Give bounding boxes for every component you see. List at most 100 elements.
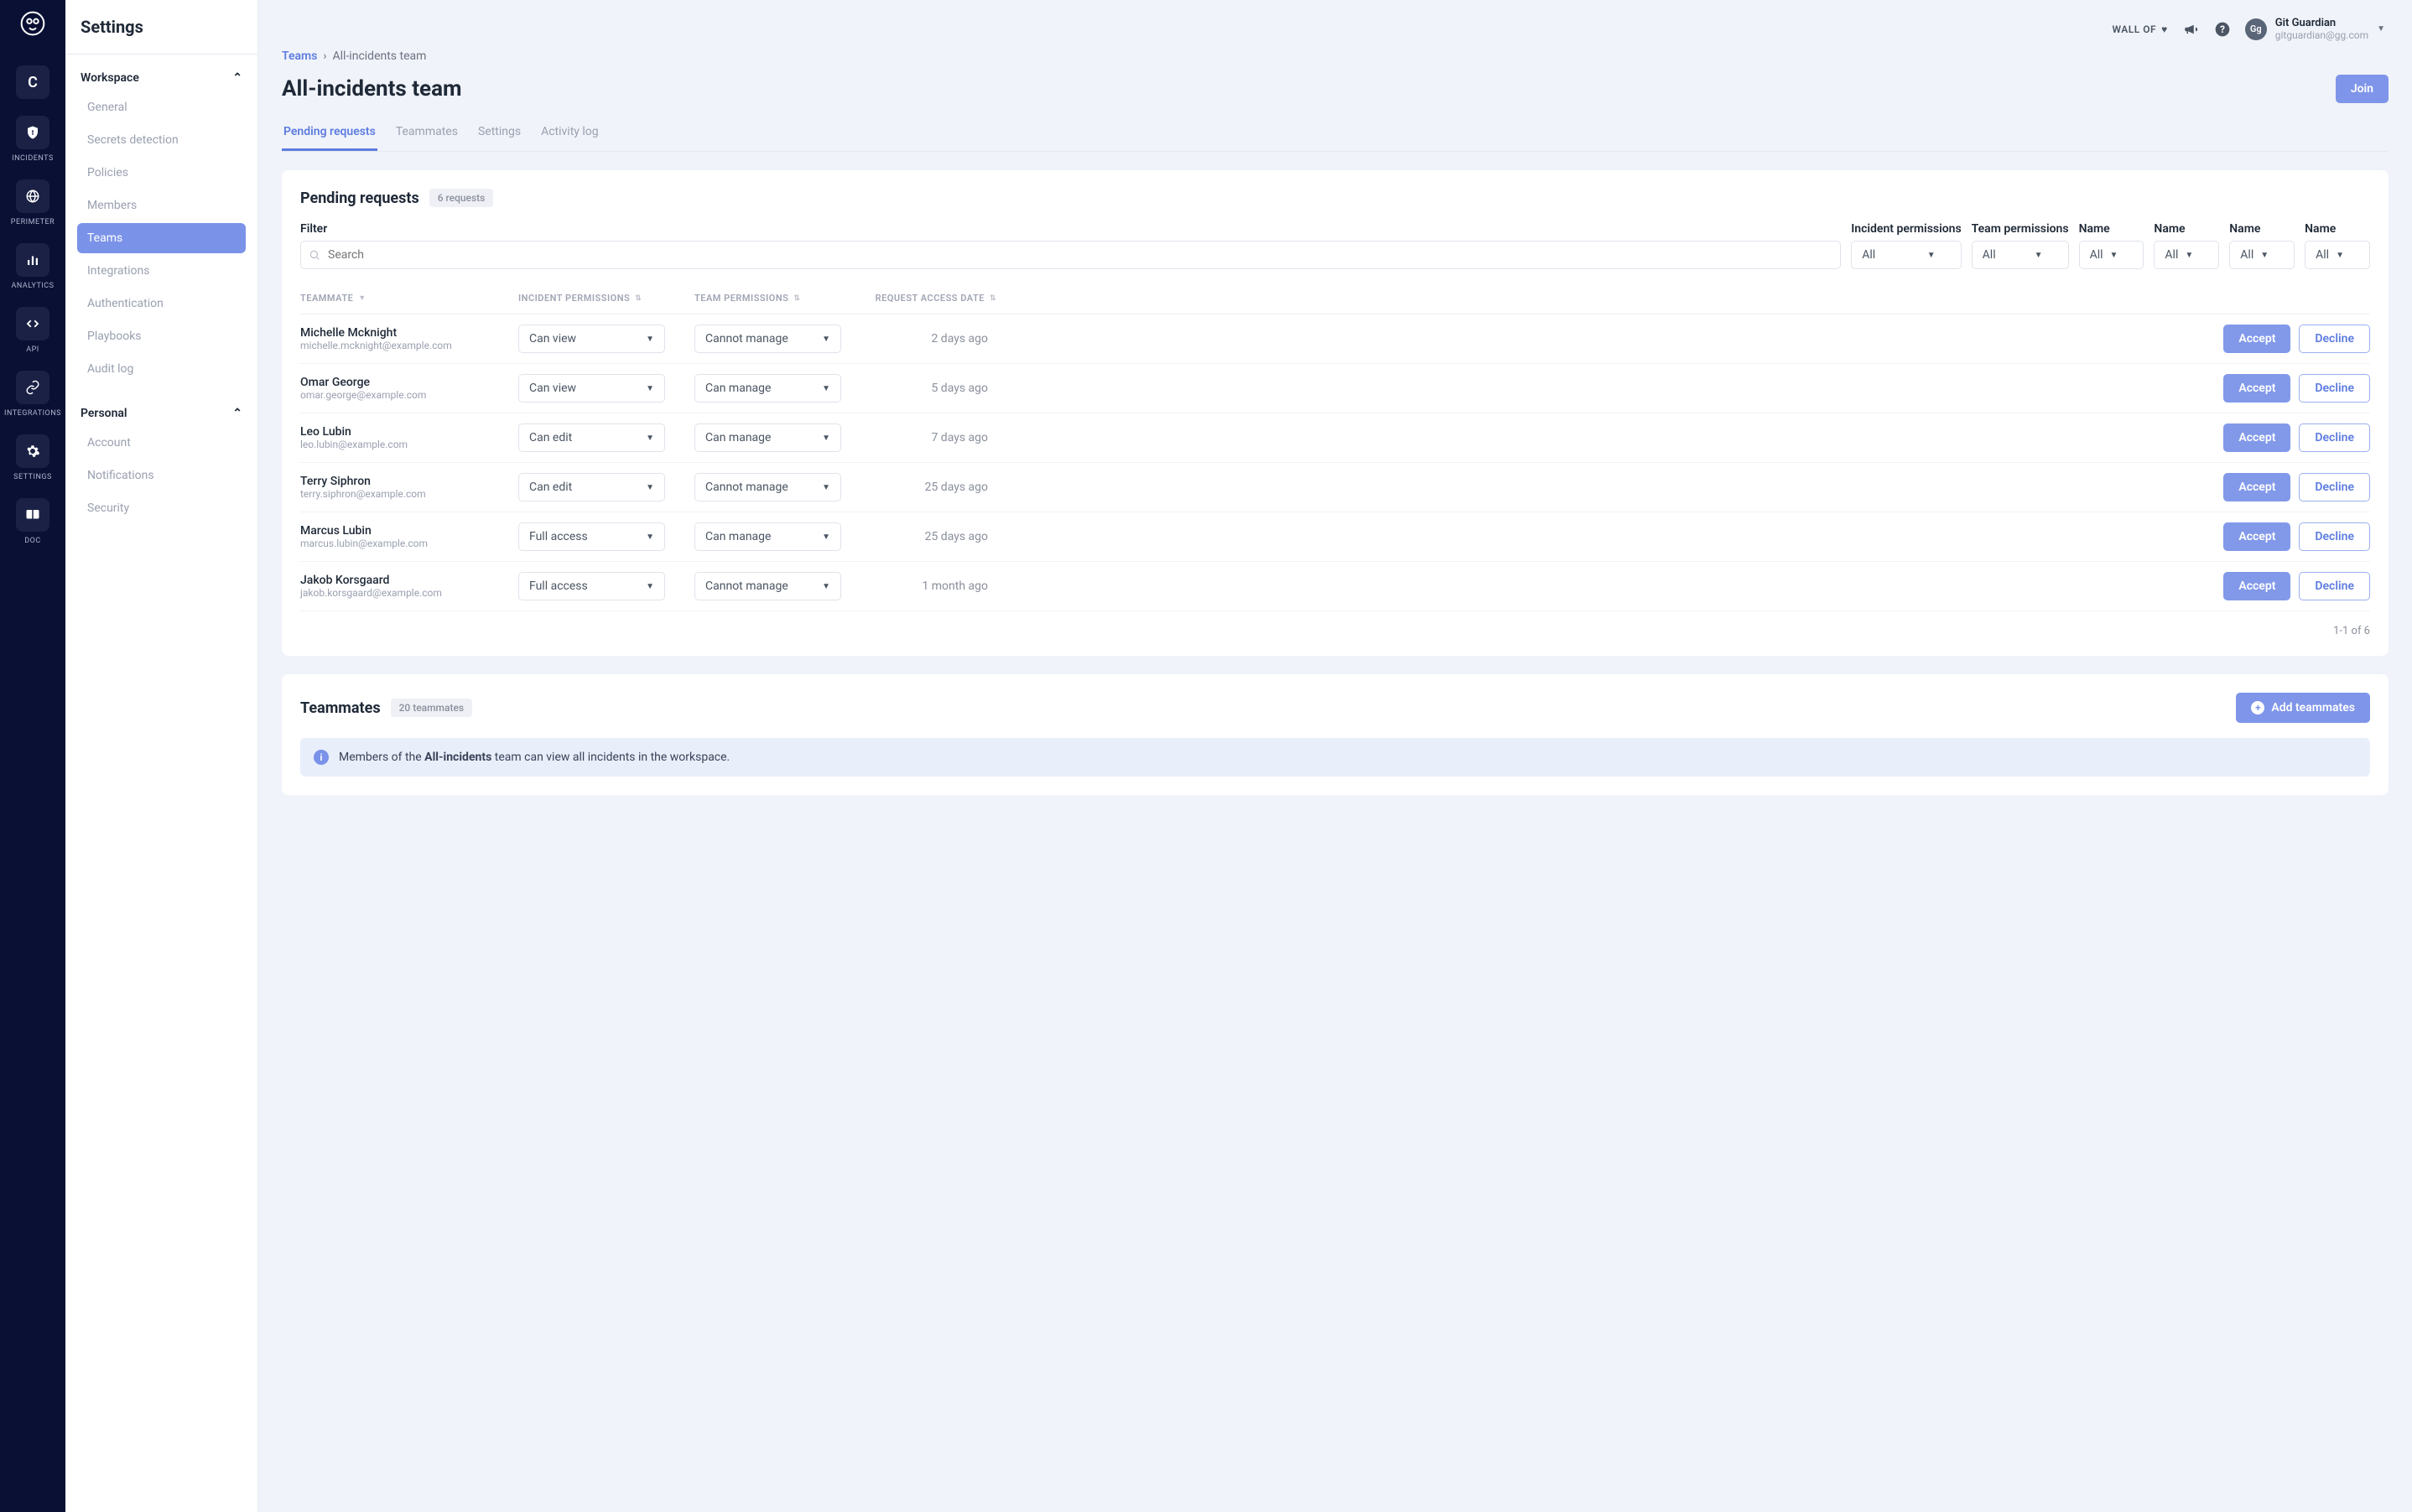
decline-button[interactable]: Decline [2299,572,2370,600]
chevron-down-icon: ▼ [646,582,654,591]
chevron-down-icon: ▼ [2185,251,2193,260]
sidebar-item-notifications[interactable]: Notifications [77,460,246,491]
accept-button[interactable]: Accept [2223,522,2290,551]
shield-icon [25,125,40,140]
sidebar-item-teams[interactable]: Teams [77,223,246,253]
incident-permission-select[interactable]: Full access▼ [518,522,665,551]
team-permission-select[interactable]: Cannot manage▼ [694,572,841,600]
sidebar-item-account[interactable]: Account [77,428,246,458]
incident-permission-select[interactable]: Can edit▼ [518,473,665,501]
book-icon [25,507,40,522]
decline-button[interactable]: Decline [2299,374,2370,403]
incident-permission-select[interactable]: Can view▼ [518,374,665,403]
sort-icon: ▼ [358,294,366,303]
decline-button[interactable]: Decline [2299,325,2370,353]
teammate-name: Marcus Lubin [300,524,518,538]
filter-name4-select[interactable]: All▼ [2305,241,2370,269]
accept-button[interactable]: Accept [2223,473,2290,501]
gear-icon [25,444,40,459]
tab-teammates[interactable]: Teammates [394,118,460,151]
sidebar-item-secrets-detection[interactable]: Secrets detection [77,125,246,155]
request-date: 1 month ago [871,579,996,593]
team-permission-select[interactable]: Cannot manage▼ [694,473,841,501]
sidebar-item-playbooks[interactable]: Playbooks [77,321,246,351]
sidebar-item-integrations[interactable]: Integrations [77,256,246,286]
breadcrumb-teams[interactable]: Teams [282,49,317,63]
sidebar-item-authentication[interactable]: Authentication [77,288,246,319]
request-date: 5 days ago [871,382,996,395]
decline-button[interactable]: Decline [2299,473,2370,501]
tab-pending-requests[interactable]: Pending requests [282,118,377,151]
incident-permission-select[interactable]: Can edit▼ [518,423,665,452]
nav-analytics[interactable]: ANALYTICS [0,233,65,297]
accept-button[interactable]: Accept [2223,325,2290,353]
team-permission-select[interactable]: Can manage▼ [694,374,841,403]
teammate-name: Leo Lubin [300,425,518,439]
team-permission-select[interactable]: Can manage▼ [694,423,841,452]
teammate-email: leo.lubin@example.com [300,439,518,450]
col-team-perm[interactable]: TEAM PERMISSIONS⇅ [694,293,871,304]
incident-permission-select[interactable]: Can view▼ [518,325,665,353]
pending-count-pill: 6 requests [429,189,494,207]
nav-letter-c[interactable]: C [0,55,65,106]
pending-title: Pending requests [300,190,419,207]
request-date: 25 days ago [871,481,996,494]
filter-name1-label: Name [2079,222,2144,236]
sidebar-item-policies[interactable]: Policies [77,158,246,188]
megaphone-icon [2183,22,2198,37]
decline-button[interactable]: Decline [2299,423,2370,452]
incident-permission-select[interactable]: Full access▼ [518,572,665,600]
col-incident-perm[interactable]: INCIDENT PERMISSIONS⇅ [518,293,694,304]
team-permission-select[interactable]: Can manage▼ [694,522,841,551]
breadcrumb: Teams › All-incidents team [282,49,2389,63]
filter-incident-select[interactable]: All▼ [1851,241,1961,269]
wall-of-love-link[interactable]: WALL OF ♥ [2113,23,2168,35]
filter-team-select[interactable]: All▼ [1972,241,2069,269]
filter-name3-select[interactable]: All▼ [2229,241,2295,269]
table-row: Michelle Mcknight michelle.mcknight@exam… [300,314,2370,364]
filter-name1-select[interactable]: All▼ [2079,241,2144,269]
nav-incidents[interactable]: INCIDENTS [0,106,65,169]
col-request-date[interactable]: REQUEST ACCESS DATE⇅ [871,293,996,304]
team-permission-select[interactable]: Cannot manage▼ [694,325,841,353]
filter-name2-select[interactable]: All▼ [2154,241,2219,269]
sidebar-item-members[interactable]: Members [77,190,246,221]
accept-button[interactable]: Accept [2223,374,2290,403]
nav-doc[interactable]: DOC [0,488,65,552]
accept-button[interactable]: Accept [2223,572,2290,600]
sidebar-item-audit-log[interactable]: Audit log [77,354,246,384]
join-button[interactable]: Join [2336,75,2389,103]
chevron-down-icon: ▼ [822,335,830,344]
help-button[interactable]: ? [2213,20,2232,39]
accept-button[interactable]: Accept [2223,423,2290,452]
code-icon [25,316,40,331]
heart-icon: ♥ [2161,23,2168,35]
teammates-count-pill: 20 teammates [391,699,473,717]
sidebar-item-general[interactable]: General [77,92,246,122]
filter-name4-label: Name [2305,222,2370,236]
tab-activity-log[interactable]: Activity log [539,118,600,151]
request-date: 2 days ago [871,332,996,346]
app-logo[interactable] [16,7,49,40]
decline-button[interactable]: Decline [2299,522,2370,551]
nav-perimeter[interactable]: PERIMETER [0,169,65,233]
nav-integrations[interactable]: INTEGRATIONS [0,361,65,424]
user-menu[interactable]: Gg Git Guardian gitguardian@gg.com ▼ [2245,17,2385,41]
filter-name3-label: Name [2229,222,2295,236]
chevron-down-icon: ▼ [822,434,830,443]
search-input[interactable] [300,241,1841,269]
pagination: 1-1 of 6 [300,611,2370,637]
chevron-up-icon: ⌃ [232,407,242,420]
tab-settings[interactable]: Settings [476,118,522,151]
nav-settings[interactable]: SETTINGS [0,424,65,488]
chevron-down-icon: ▼ [646,533,654,542]
section-workspace[interactable]: Workspace ⌃ [77,66,246,90]
announcements-button[interactable] [2181,20,2200,39]
add-teammates-button[interactable]: + Add teammates [2236,693,2370,723]
nav-api[interactable]: API [0,297,65,361]
teammate-email: jakob.korsgaard@example.com [300,587,518,599]
col-teammate[interactable]: TEAMMATE▼ [300,293,518,304]
section-personal[interactable]: Personal ⌃ [77,402,246,425]
sidebar-item-security[interactable]: Security [77,493,246,523]
teammates-title: Teammates [300,699,381,717]
